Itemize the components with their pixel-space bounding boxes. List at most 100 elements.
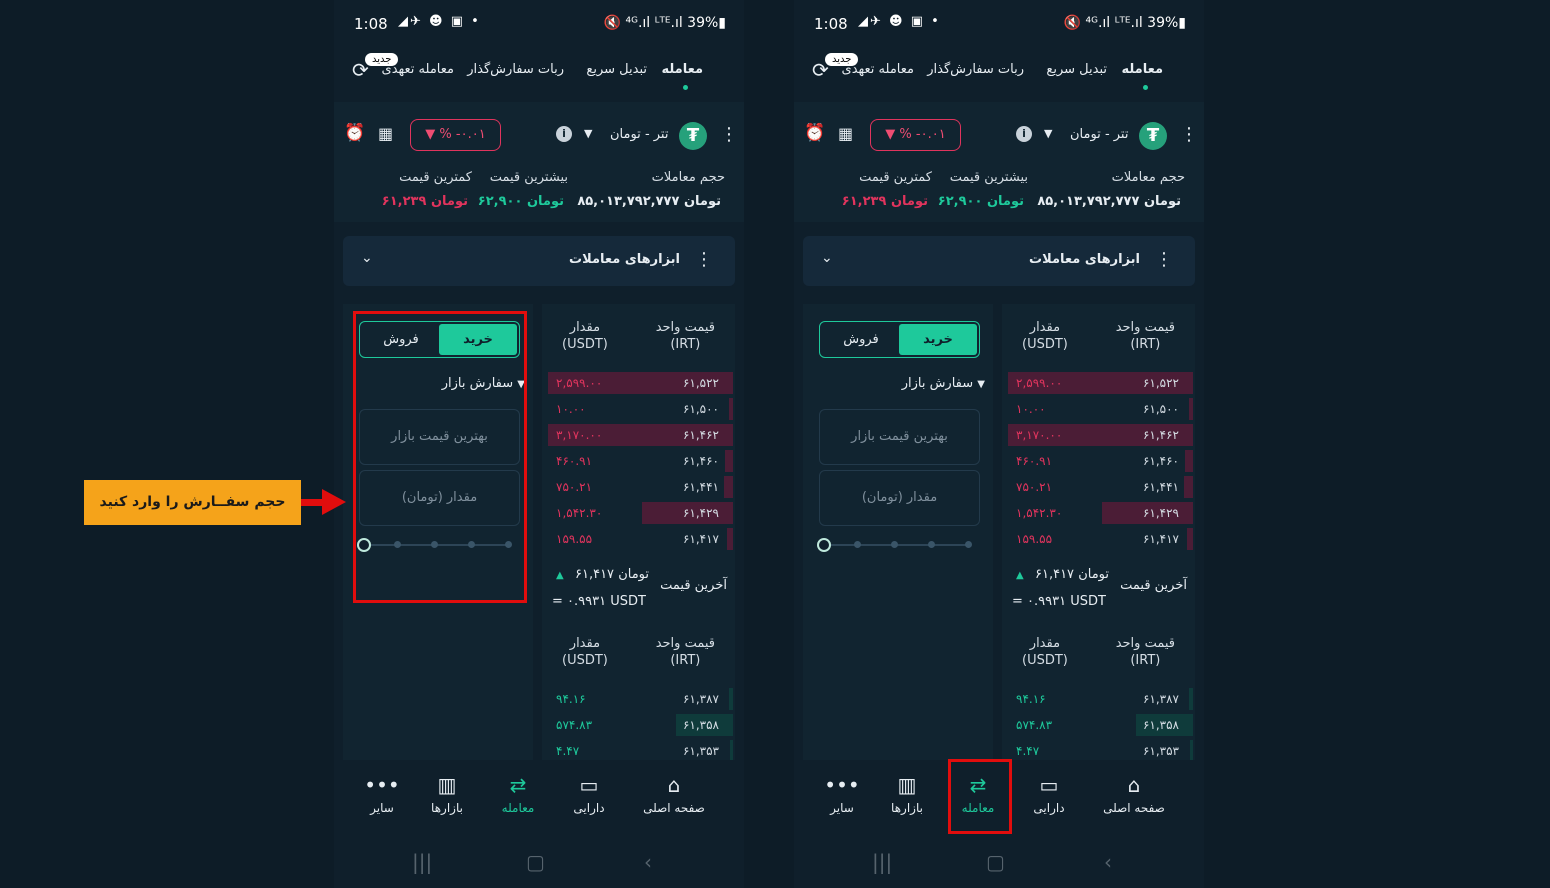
ask-row[interactable]: ۶۱,۴۴۱ ۷۵۰.۲۱ [542,476,735,498]
alarm-icon[interactable]: ⏰ [804,123,825,143]
chevron-down-icon[interactable]: ⌄ [821,250,833,266]
tab-quick-convert[interactable]: تبدیل سریع [1046,62,1107,77]
ask-row[interactable]: ۶۱,۴۶۲ ۳,۱۷۰.۰۰ [542,424,735,446]
price-unit: (IRT) [1130,653,1161,668]
depth-bar [1189,398,1193,420]
bid-row[interactable]: ۶۱,۳۸۷ ۹۴.۱۶ [1002,688,1195,710]
amount-header-label: مقدار [1029,320,1061,335]
nav-more[interactable]: ••• سایر [807,772,877,815]
ask-row[interactable]: ۶۱,۴۴۱ ۷۵۰.۲۱ [1002,476,1195,498]
bid-row[interactable]: ۶۱,۳۵۸ ۵۷۴.۸۳ [542,714,735,736]
ask-row[interactable]: ۶۱,۴۶۲ ۳,۱۷۰.۰۰ [1002,424,1195,446]
price-field[interactable]: بهترین قیمت بازار [819,409,980,465]
bid-row[interactable]: ۶۱,۳۸۷ ۹۴.۱۶ [542,688,735,710]
status-icons: ◢✈ ☻ ▣ • [398,14,481,29]
nav-home[interactable]: ⌂ صفحه اصلی [639,772,709,815]
calculator-icon[interactable]: ▦ [378,124,393,143]
caret-down-icon[interactable]: ▼ [1044,127,1052,140]
tab-trade[interactable]: معامله [661,62,703,77]
nav-markets[interactable]: ▥ بازارها [872,772,942,815]
tab-order-bot[interactable]: ربات سفارش‌گذار [467,62,564,77]
more-vertical-icon[interactable]: ⋮ [695,249,713,270]
sell-button[interactable]: فروش [822,324,900,355]
price-unit: (IRT) [670,337,701,352]
tab-trade[interactable]: معامله [1121,62,1163,77]
order-amount: ۱۵۹.۵۵ [1016,532,1053,546]
slider-step[interactable] [891,541,898,548]
home-button-icon[interactable]: ▢ [526,850,545,874]
ask-row[interactable]: ۶۱,۵۲۲ ۲,۵۹۹.۰۰ [1002,372,1195,394]
pair-selector[interactable]: تتر - تومان [1070,127,1128,142]
amount-field[interactable]: مقدار (تومان) [819,470,980,526]
triangle-up-icon: ▲ [556,570,564,581]
ask-row[interactable]: ۶۱,۴۱۷ ۱۵۹.۵۵ [542,528,735,550]
slider-step[interactable] [854,541,861,548]
bid-row[interactable]: ۶۱,۳۵۳ ۴.۴۷ [1002,740,1195,760]
order-amount: ۲,۵۹۹.۰۰ [556,376,603,390]
ask-row[interactable]: ۶۱,۴۲۹ ۱,۵۴۲.۳۰ [1002,502,1195,524]
order-amount: ۱۰.۰۰ [556,402,586,416]
nav-trade[interactable]: ⇄ معامله [483,772,553,815]
home-icon: ⌂ [667,773,681,797]
nav-home[interactable]: ⌂ صفحه اصلی [1099,772,1169,815]
order-amount: ۱۵۹.۵۵ [556,532,593,546]
ask-row[interactable]: ۶۱,۴۶۰ ۴۶۰.۹۱ [542,450,735,472]
ask-row[interactable]: ۶۱,۵۰۰ ۱۰.۰۰ [542,398,735,420]
info-icon[interactable]: i [1016,126,1032,142]
more-vertical-icon[interactable]: ⋮ [1180,124,1198,145]
order-amount: ۳,۱۷۰.۰۰ [1016,428,1063,442]
price-unit: (IRT) [670,653,701,668]
refresh-icon[interactable]: ⟳ [812,58,829,82]
nav-home-label: صفحه اصلی [643,801,705,815]
ask-row[interactable]: ۶۱,۵۰۰ ۱۰.۰۰ [1002,398,1195,420]
home-button-icon[interactable]: ▢ [986,850,1005,874]
order-type-select[interactable]: سفارش بازار ▼ [902,376,985,391]
info-icon[interactable]: i [556,126,572,142]
bid-row[interactable]: ۶۱,۳۵۳ ۴.۴۷ [542,740,735,760]
ask-row[interactable]: ۶۱,۴۱۷ ۱۵۹.۵۵ [1002,528,1195,550]
nav-assets[interactable]: ▭ دارایی [554,772,624,815]
back-icon[interactable]: ‹ [1104,850,1112,874]
nav-assets[interactable]: ▭ دارایی [1014,772,1084,815]
caret-down-icon: ▼ [977,379,985,390]
chart-icon: ▥ [437,773,457,797]
amount-header-label: مقدار [1029,636,1061,651]
depth-bar [729,398,733,420]
more-vertical-icon[interactable]: ⋮ [720,124,738,145]
low-price-value: ۶۱,۲۳۹ تومان [841,194,928,209]
ask-row[interactable]: ۶۱,۴۶۰ ۴۶۰.۹۱ [1002,450,1195,472]
slider-knob[interactable] [817,538,831,552]
depth-bar [1189,688,1193,710]
slider-step[interactable] [928,541,935,548]
trading-tools-card[interactable]: ابزارهای معاملات ⋮ ⌄ [803,236,1195,286]
nav-markets[interactable]: ▥ بازارها [412,772,482,815]
trading-tools-card[interactable]: ابزارهای معاملات ⋮ ⌄ [343,236,735,286]
buy-button[interactable]: خرید [899,324,977,355]
back-icon[interactable]: ‹ [644,850,652,874]
pair-selector[interactable]: تتر - تومان [610,127,668,142]
bid-row[interactable]: ۶۱,۳۵۸ ۵۷۴.۸۳ [1002,714,1195,736]
order-price: ۶۱,۴۲۹ [1142,506,1179,520]
depth-bar [1183,476,1193,498]
recents-icon[interactable]: ||| [412,850,432,874]
ask-row[interactable]: ۶۱,۵۲۲ ۲,۵۹۹.۰۰ [542,372,735,394]
amount-slider[interactable] [825,544,971,546]
tab-order-bot[interactable]: ربات سفارش‌گذار [927,62,1024,77]
tab-quick-convert[interactable]: تبدیل سریع [586,62,647,77]
depth-bar [1187,528,1193,550]
alarm-icon[interactable]: ⏰ [344,123,365,143]
ask-row[interactable]: ۶۱,۴۲۹ ۱,۵۴۲.۳۰ [542,502,735,524]
amount-header: مقدار (USDT) [562,319,608,353]
high-price-label: بیشترین قیمت [489,170,568,185]
chevron-down-icon[interactable]: ⌄ [361,250,373,266]
calculator-icon[interactable]: ▦ [838,124,853,143]
nav-more[interactable]: ••• سایر [347,772,417,815]
refresh-icon[interactable]: ⟳ [352,58,369,82]
slider-step[interactable] [965,541,972,548]
caret-down-icon[interactable]: ▼ [584,127,592,140]
status-icons: ◢✈ ☻ ▣ • [858,14,941,29]
order-amount: ۷۵۰.۲۱ [556,480,593,494]
recents-icon[interactable]: ||| [872,850,892,874]
more-vertical-icon[interactable]: ⋮ [1155,249,1173,270]
order-price: ۶۱,۴۴۱ [682,480,719,494]
